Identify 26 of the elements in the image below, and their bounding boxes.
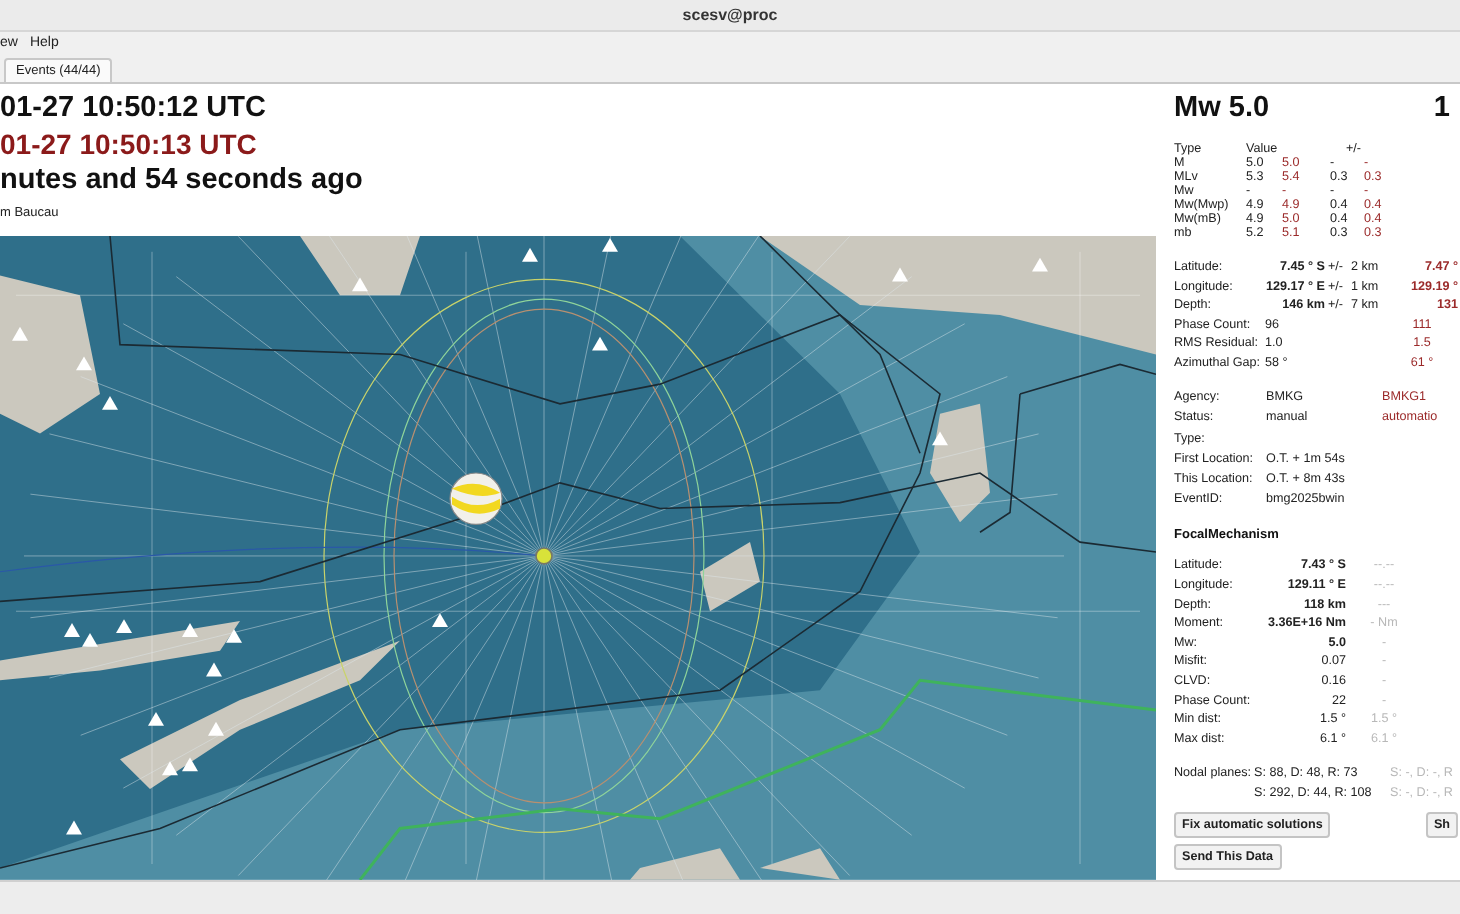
epicenter-icon [535, 547, 553, 565]
station-icon [226, 629, 242, 643]
elapsed-time: nutes and 54 seconds ago [0, 162, 365, 198]
station-icon [148, 712, 164, 726]
magnitude-heading: Mw 5.0 [1174, 90, 1270, 126]
station-icon [352, 277, 368, 292]
station-icon [932, 431, 948, 446]
summary-value: 1 [1433, 90, 1450, 126]
station-icon [116, 619, 132, 634]
station-icon [206, 662, 222, 677]
station-icon [432, 613, 448, 628]
station-icon [12, 327, 28, 341]
origin-time-alternative: 01-27 10:50:13 UTC [0, 126, 259, 162]
origin-time: 01-27 10:50:12 UTC [0, 90, 268, 126]
station-icon [602, 238, 618, 252]
station-icon [208, 722, 224, 736]
station-icon [102, 396, 118, 410]
station-icon [182, 623, 198, 638]
station-icon [892, 267, 908, 282]
station-icon [522, 248, 538, 262]
station-icon [592, 336, 608, 351]
beachball-icon [449, 472, 503, 526]
station-icon [76, 356, 92, 371]
window-title: scesv@proc [682, 6, 778, 24]
station-icon [66, 820, 82, 835]
station-icon [1032, 257, 1048, 272]
